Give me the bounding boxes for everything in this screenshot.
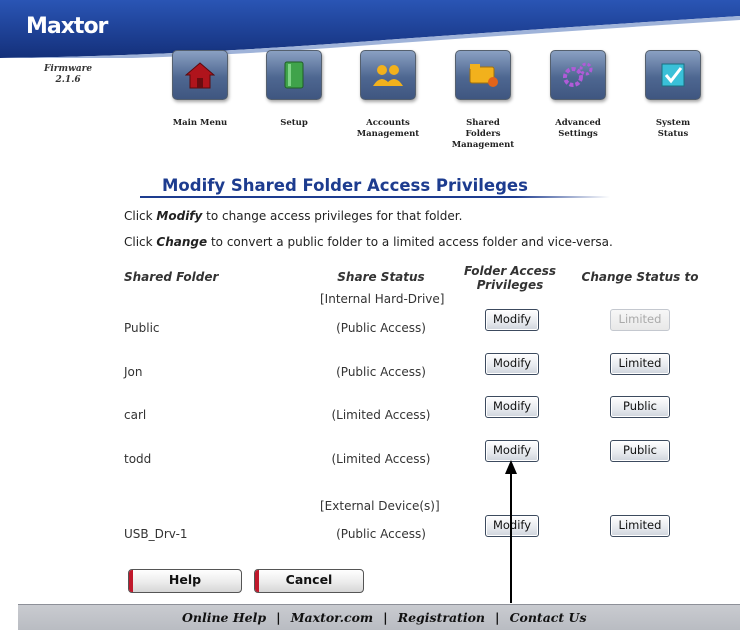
footer-link-contact-us[interactable]: Contact Us — [510, 610, 587, 625]
modify-button[interactable]: Modify — [485, 396, 539, 418]
instruction-change: Click Change to convert a public folder … — [124, 235, 613, 249]
help-button[interactable]: Help — [128, 569, 242, 593]
header-folder-access-privileges: Folder Access Privileges — [463, 264, 556, 292]
nav-label: Accounts Management — [356, 118, 420, 139]
folder-name: USB_Drv-1 — [124, 527, 188, 541]
shared-folders-icon[interactable] — [455, 50, 511, 100]
header-shared-folder: Shared Folder — [124, 270, 219, 284]
share-status: (Public Access) — [336, 527, 426, 541]
nav-item-system-status[interactable]: System Status — [633, 50, 713, 140]
maxtor-logo: Maxtor — [26, 14, 108, 39]
change-status-button[interactable]: Limited — [610, 353, 670, 375]
footer-separator: | — [495, 610, 500, 625]
change-status-button[interactable]: Public — [610, 396, 670, 418]
share-status: (Public Access) — [336, 365, 426, 379]
group-label: [External Device(s)] — [320, 499, 440, 513]
footer-bar: Online Help | Maxtor.com | Registration | Cont… — [18, 604, 740, 630]
nav-item-shared-folders-management[interactable]: Shared Folders Management — [443, 50, 523, 151]
footer-separator: | — [276, 610, 281, 625]
modify-button[interactable]: Modify — [485, 309, 539, 331]
folder-name: carl — [124, 408, 147, 422]
instruction-modify: Click Modify to change access privileges… — [124, 209, 463, 223]
help-button-label: Help — [168, 572, 202, 587]
header-share-status: Share Status — [337, 270, 425, 284]
modify-button[interactable]: Modify — [485, 440, 539, 462]
share-status: (Public Access) — [336, 321, 426, 335]
nav-label: System Status — [655, 118, 691, 139]
house-icon[interactable] — [172, 50, 228, 100]
title-underline — [140, 196, 610, 198]
nav-label: Setup — [280, 118, 308, 128]
change-status-button[interactable]: Limited — [610, 515, 670, 537]
change-status-button-disabled: Limited — [610, 309, 670, 331]
cancel-button-label: Cancel — [285, 572, 333, 587]
header-change-status: Change Status to — [581, 270, 699, 284]
nav-label: Main Menu — [172, 118, 228, 128]
cancel-button-accent — [255, 570, 259, 592]
users-icon[interactable] — [360, 50, 416, 100]
cancel-button[interactable]: Cancel — [254, 569, 364, 593]
footer-link-maxtor-com[interactable]: Maxtor.com — [291, 610, 373, 625]
footer-link-online-help[interactable]: Online Help — [182, 610, 266, 625]
nav-item-setup[interactable]: Setup — [254, 50, 334, 129]
footer-separator: | — [383, 610, 388, 625]
group-label: [Internal Hard-Drive] — [320, 292, 445, 306]
nav-item-accounts-management[interactable]: Accounts Management — [348, 50, 428, 140]
nav-item-advanced-settings[interactable]: Advanced Settings — [538, 50, 618, 140]
setup-book-icon[interactable] — [266, 50, 322, 100]
nav-label: Shared Folders Management — [451, 118, 515, 150]
page-title: Modify Shared Folder Access Privileges — [162, 176, 528, 195]
share-status: (Limited Access) — [331, 408, 431, 422]
folder-name: todd — [124, 452, 152, 466]
footer-link-registration[interactable]: Registration — [398, 610, 485, 625]
firmware-info: Firmware 2.1.6 — [44, 64, 92, 86]
gears-icon[interactable] — [550, 50, 606, 100]
modify-button[interactable]: Modify — [485, 515, 539, 537]
change-status-button[interactable]: Public — [610, 440, 670, 462]
modify-button[interactable]: Modify — [485, 353, 539, 375]
checkmark-icon[interactable] — [645, 50, 701, 100]
firmware-label: Firmware — [44, 64, 93, 74]
help-button-accent — [129, 570, 133, 592]
nav-item-main-menu[interactable]: Main Menu — [160, 50, 240, 129]
folder-name: Jon — [124, 365, 143, 379]
firmware-version: 2.1.6 — [55, 75, 81, 85]
folder-name: Public — [124, 321, 160, 335]
nav-label: Advanced Settings — [555, 118, 601, 139]
share-status: (Limited Access) — [331, 452, 431, 466]
footer-links: Online Help | Maxtor.com | Registration | Cont… — [182, 610, 587, 625]
